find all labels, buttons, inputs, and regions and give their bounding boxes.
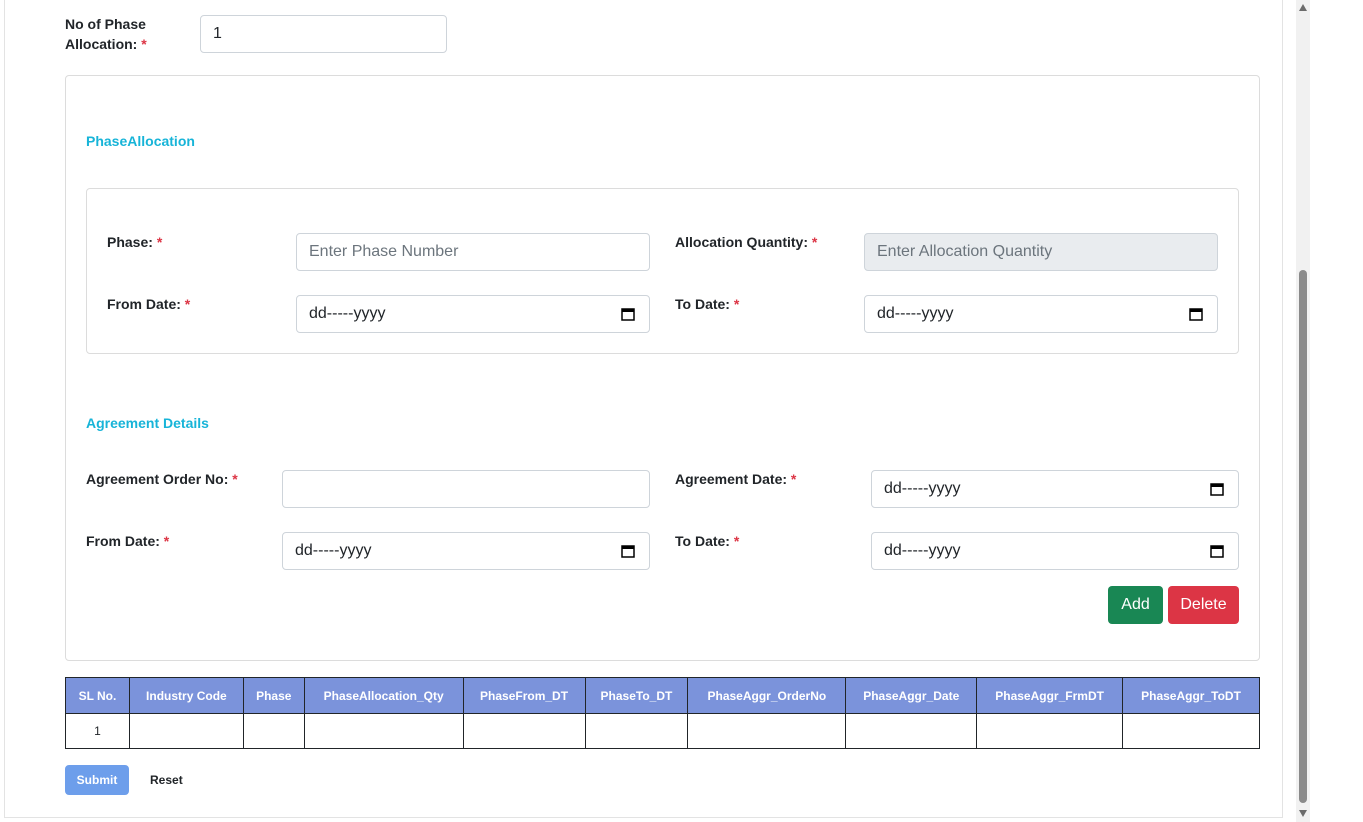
allocation-card [65,75,1260,661]
delete-button[interactable]: Delete [1168,586,1239,624]
scrollbar-thumb[interactable] [1299,270,1307,803]
date-placeholder: dd-----yyyy [884,480,961,497]
table-cell [1122,713,1260,749]
phase-count-label-line1: No of Phase [65,16,146,32]
table-cell [687,713,847,749]
agreement-date-input[interactable]: dd-----yyyy [871,470,1239,508]
column-header: PhaseFrom_DT [462,677,586,714]
agreement-order-label-text: Agreement Order No: [86,471,229,487]
scroll-up-icon[interactable] [1299,4,1307,11]
table-cell [242,713,305,749]
column-header: PhaseTo_DT [584,677,689,714]
phase-count-label: No of Phase Allocation: * [65,14,147,54]
agreement-to-date-input[interactable]: dd-----yyyy [871,532,1239,570]
table-cell [584,713,689,749]
agreement-to-date-label: To Date: * [675,531,739,551]
required-mark: * [232,471,238,487]
allocation-qty-label: Allocation Quantity: * [675,232,817,252]
allocation-qty-input[interactable]: Enter Allocation Quantity [864,233,1218,271]
table-cell [976,713,1124,749]
phase-from-date-label: From Date: * [107,294,190,314]
required-mark: * [790,471,797,487]
phase-allocation-title: PhaseAllocation [86,133,195,149]
agreement-date-label: Agreement Date: * [675,469,796,489]
table-cell [303,713,464,749]
table-row: 1 [65,713,1260,749]
date-placeholder: dd-----yyyy [884,542,961,559]
phase-table: SL No. Industry Code Phase PhaseAllocati… [65,677,1260,749]
calendar-icon[interactable] [1210,544,1224,558]
calendar-icon[interactable] [1189,307,1203,321]
agreement-details-title: Agreement Details [86,415,209,431]
phase-to-date-label: To Date: * [675,294,739,314]
calendar-icon[interactable] [621,307,635,321]
column-header: Phase [242,677,305,714]
table-cell: 1 [65,713,130,749]
required-mark: * [733,296,740,312]
agreement-from-date-input[interactable]: dd-----yyyy [282,532,650,570]
phase-from-date-label-text: From Date: [107,296,181,312]
calendar-icon[interactable] [621,544,635,558]
calendar-icon[interactable] [1210,482,1224,496]
column-header: PhaseAggr_Date [845,677,978,714]
table-header-row: SL No. Industry Code Phase PhaseAllocati… [65,677,1260,714]
date-placeholder: dd-----yyyy [877,305,954,322]
agreement-order-input[interactable] [282,470,650,508]
required-mark: * [811,234,818,250]
scroll-down-icon[interactable] [1299,810,1307,817]
date-placeholder: dd-----yyyy [309,305,386,322]
phase-label-text: Phase: [107,234,153,250]
agreement-to-date-label-text: To Date: [675,533,730,549]
required-mark: * [163,533,170,549]
agreement-from-date-label: From Date: * [86,531,169,551]
required-mark: * [156,234,163,250]
phase-to-date-input[interactable]: dd-----yyyy [864,295,1218,333]
column-header: PhaseAllocation_Qty [303,677,464,714]
phase-count-input[interactable]: 1 [200,15,447,53]
column-header: PhaseAggr_OrderNo [687,677,847,714]
agreement-date-label-text: Agreement Date: [675,471,788,487]
form-page: No of Phase Allocation: * 1 PhaseAllocat… [4,0,1283,818]
column-header: Industry Code [128,677,244,714]
table-cell [462,713,586,749]
add-button[interactable]: Add [1108,586,1163,624]
phase-number-input[interactable]: Enter Phase Number [296,233,650,271]
phase-from-date-input[interactable]: dd-----yyyy [296,295,650,333]
phase-count-label-line2: Allocation: [65,36,138,52]
agreement-order-label: Agreement Order No: * [86,469,238,489]
phase-to-date-label-text: To Date: [675,296,730,312]
allocation-qty-label-text: Allocation Quantity: [675,234,808,250]
column-header: PhaseAggr_FrmDT [976,677,1124,714]
reset-button[interactable]: Reset [150,765,183,795]
submit-button[interactable]: Submit [65,765,129,795]
required-mark: * [733,533,740,549]
vertical-scrollbar[interactable] [1296,0,1310,822]
table-cell [128,713,244,749]
required-mark: * [141,36,147,52]
required-mark: * [184,296,191,312]
date-placeholder: dd-----yyyy [295,542,372,559]
agreement-from-date-label-text: From Date: [86,533,160,549]
phase-label: Phase: * [107,232,162,252]
table-cell [845,713,978,749]
column-header: PhaseAggr_ToDT [1122,677,1260,714]
column-header: SL No. [65,677,130,714]
